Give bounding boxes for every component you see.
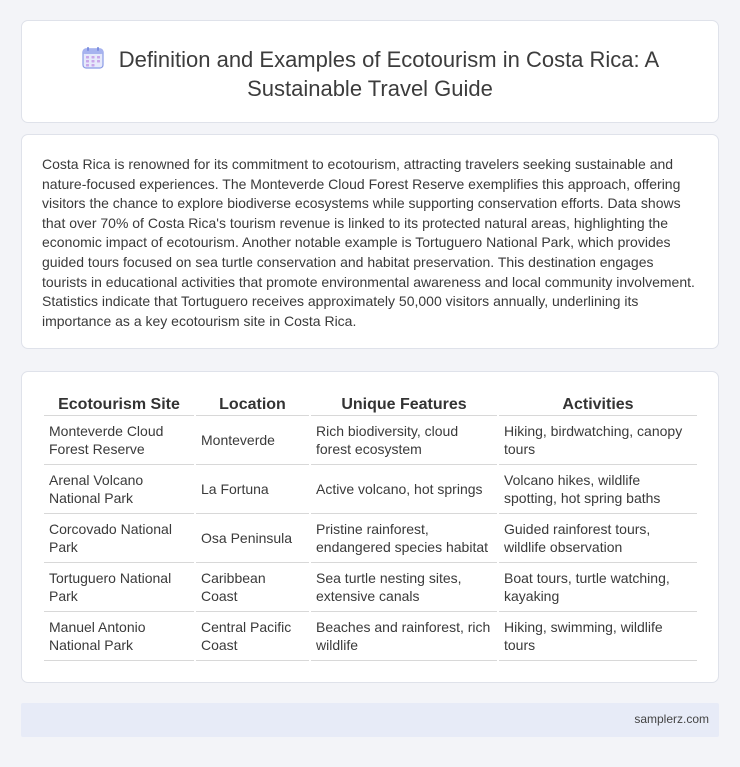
page-title-wrap: Definition and Examples of Ecotourism in… [22, 45, 718, 103]
table-row: Manuel Antonio National Park Central Pac… [44, 612, 697, 661]
cell-features: Sea turtle nesting sites, extensive cana… [311, 563, 497, 612]
header-location: Location [196, 394, 309, 416]
table-row: Tortuguero National Park Caribbean Coast… [44, 563, 697, 612]
cell-features: Active volcano, hot springs [311, 465, 497, 514]
footer-site-link[interactable]: samplerz.com [634, 712, 709, 726]
header-site: Ecotourism Site [44, 394, 194, 416]
table-header-row: Ecotourism Site Location Unique Features… [44, 394, 697, 416]
intro-card: Costa Rica is renowned for its commitmen… [21, 134, 719, 349]
cell-location: Caribbean Coast [196, 563, 309, 612]
cell-activities: Hiking, swimming, wildlife tours [499, 612, 697, 661]
header-activities: Activities [499, 394, 697, 416]
cell-features: Rich biodiversity, cloud forest ecosyste… [311, 416, 497, 465]
ecotourism-table: Ecotourism Site Location Unique Features… [42, 394, 699, 661]
calendar-icon [82, 47, 104, 69]
cell-features: Beaches and rainforest, rich wildlife [311, 612, 497, 661]
page-title: Definition and Examples of Ecotourism in… [118, 47, 660, 101]
cell-site: Monteverde Cloud Forest Reserve [44, 416, 194, 465]
cell-features: Pristine rainforest, endangered species … [311, 514, 497, 563]
table-row: Monteverde Cloud Forest Reserve Montever… [44, 416, 697, 465]
cell-site: Corcovado National Park [44, 514, 194, 563]
table-card: Ecotourism Site Location Unique Features… [21, 371, 719, 683]
footer-bar: samplerz.com [21, 703, 719, 737]
cell-location: La Fortuna [196, 465, 309, 514]
table-row: Corcovado National Park Osa Peninsula Pr… [44, 514, 697, 563]
cell-location: Central Pacific Coast [196, 612, 309, 661]
cell-activities: Hiking, birdwatching, canopy tours [499, 416, 697, 465]
cell-activities: Boat tours, turtle watching, kayaking [499, 563, 697, 612]
cell-site: Tortuguero National Park [44, 563, 194, 612]
cell-activities: Guided rainforest tours, wildlife observ… [499, 514, 697, 563]
intro-paragraph: Costa Rica is renowned for its commitmen… [42, 156, 695, 329]
cell-site: Arenal Volcano National Park [44, 465, 194, 514]
cell-activities: Volcano hikes, wildlife spotting, hot sp… [499, 465, 697, 514]
cell-location: Monteverde [196, 416, 309, 465]
cell-location: Osa Peninsula [196, 514, 309, 563]
header-features: Unique Features [311, 394, 497, 416]
table-row: Arenal Volcano National Park La Fortuna … [44, 465, 697, 514]
cell-site: Manuel Antonio National Park [44, 612, 194, 661]
title-card: Definition and Examples of Ecotourism in… [21, 20, 719, 123]
